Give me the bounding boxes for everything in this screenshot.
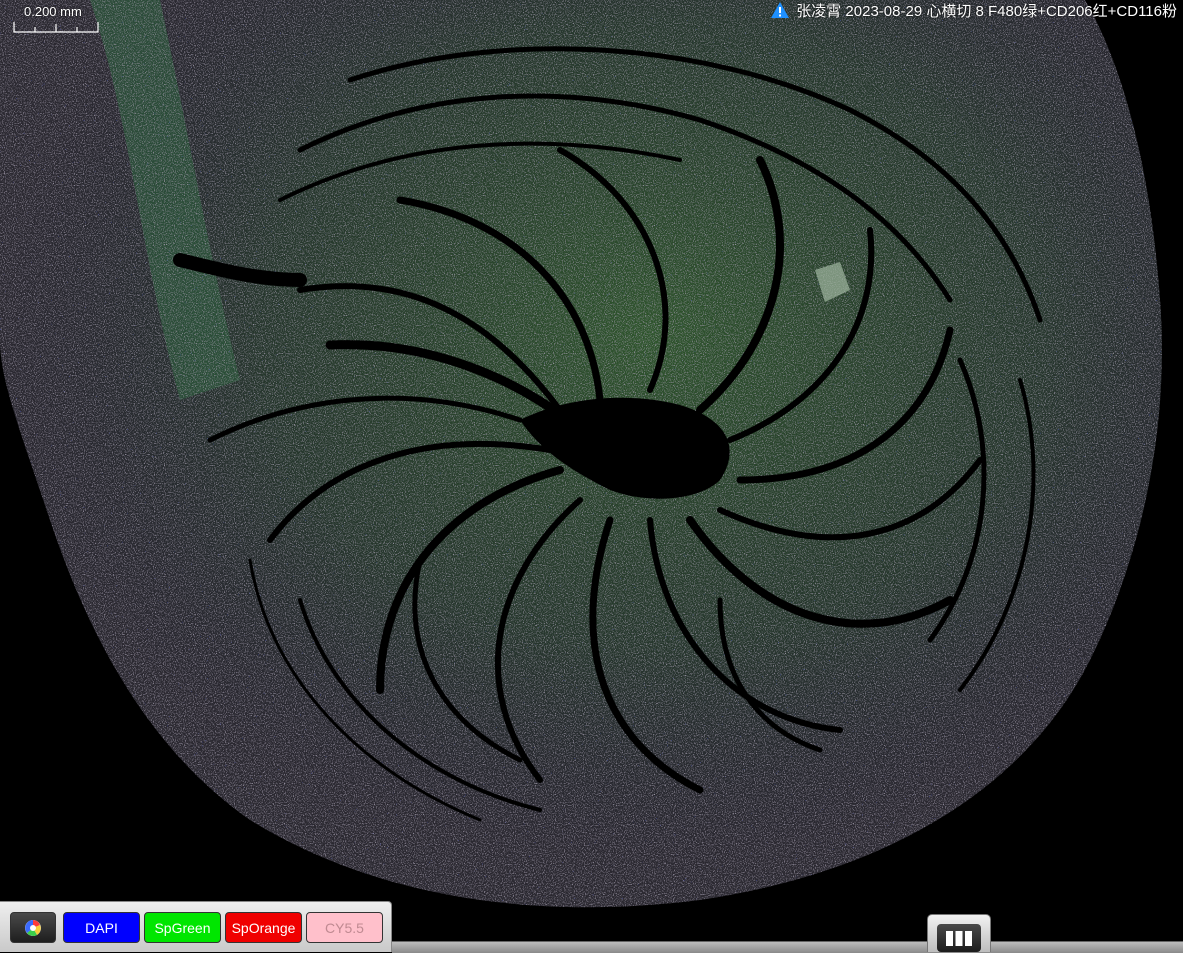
tissue-image-viewer[interactable] (0, 0, 1183, 952)
bottom-status-strip (392, 941, 1183, 953)
slide-title-text: 张凌霄 2023-08-29 心横切 8 F480绿+CD206红+CD116粉 (796, 2, 1177, 20)
channel-spgreen-button[interactable]: SpGreen (144, 912, 221, 943)
scale-bar-label: 0.200 mm (24, 4, 82, 19)
warning-icon[interactable] (770, 1, 790, 19)
layout-grid-icon (946, 931, 972, 946)
slide-title-bar: 张凌霄 2023-08-29 心横切 8 F480绿+CD206红+CD116粉 (770, 0, 1177, 20)
channel-cy55-button[interactable]: CY5.5 (306, 912, 383, 943)
scale-bar: 0.200 mm (12, 4, 102, 34)
layout-toggle-button[interactable] (937, 924, 981, 952)
layout-toggle-tab[interactable] (927, 914, 991, 952)
channel-dapi-button[interactable]: DAPI (63, 912, 140, 943)
color-wheel-icon (25, 919, 41, 936)
channel-sporange-button[interactable]: SpOrange (225, 912, 302, 943)
scale-bar-ruler (13, 22, 99, 33)
channel-toolbar: DAPI SpGreen SpOrange CY5.5 (0, 901, 392, 952)
color-mode-toggle-button[interactable] (10, 912, 56, 943)
